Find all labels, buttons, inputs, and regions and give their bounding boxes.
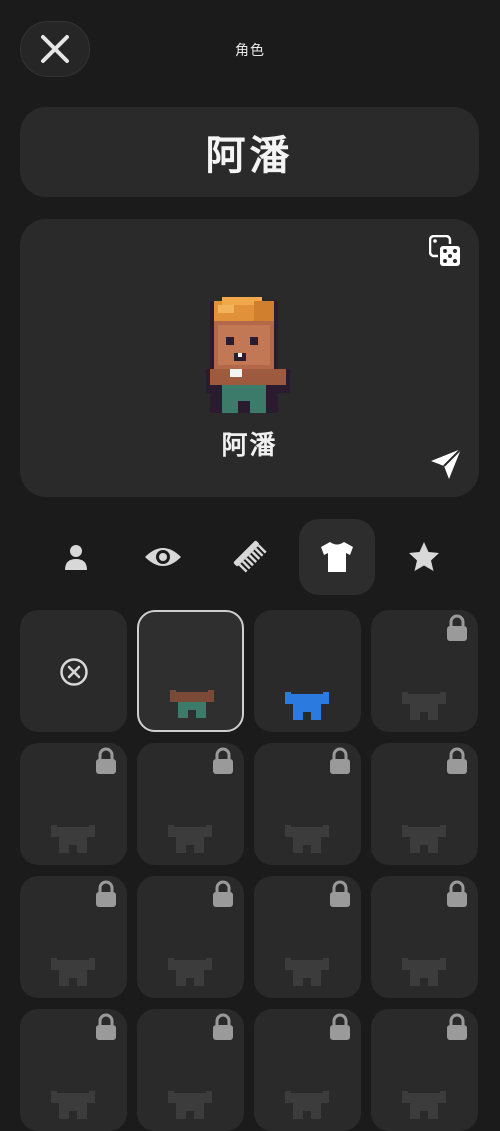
outfit-option[interactable] xyxy=(371,743,478,865)
lock-icon xyxy=(330,1013,350,1040)
lock-icon xyxy=(213,1013,233,1040)
character-avatar xyxy=(206,297,290,413)
outfit-sprite xyxy=(51,825,95,853)
tab-body[interactable] xyxy=(38,519,114,595)
outfit-sprite xyxy=(285,825,329,853)
outfit-option[interactable] xyxy=(137,610,244,732)
outfit-option[interactable] xyxy=(254,610,361,732)
tab-eyes[interactable] xyxy=(125,519,201,595)
outfit-sprite xyxy=(170,690,214,718)
outfit-option[interactable] xyxy=(20,743,127,865)
outfit-none-option[interactable] xyxy=(20,610,127,732)
outfit-sprite xyxy=(402,825,446,853)
outfit-option[interactable] xyxy=(20,1009,127,1131)
lock-icon xyxy=(330,880,350,907)
outfit-sprite xyxy=(168,1091,212,1119)
comb-icon xyxy=(233,540,267,573)
send-icon xyxy=(431,448,462,479)
lock-icon xyxy=(447,1013,467,1040)
outfit-option[interactable] xyxy=(254,876,361,998)
shirt-icon xyxy=(321,542,353,572)
lock-icon xyxy=(213,747,233,774)
tab-hair[interactable] xyxy=(212,519,288,595)
outfit-sprite xyxy=(285,1091,329,1119)
outfit-sprite xyxy=(285,692,329,720)
share-button[interactable] xyxy=(429,447,463,481)
person-icon xyxy=(65,545,87,570)
outfit-option[interactable] xyxy=(137,876,244,998)
name-field-value: 阿潘 xyxy=(205,133,294,179)
outfit-sprite xyxy=(402,692,446,720)
outfit-sprite xyxy=(51,1091,95,1119)
outfit-option[interactable] xyxy=(137,743,244,865)
eye-icon xyxy=(145,548,181,566)
lock-icon xyxy=(447,614,467,641)
outfit-option[interactable] xyxy=(371,1009,478,1131)
tab-outfit[interactable] xyxy=(299,519,375,595)
outfit-option[interactable] xyxy=(20,876,127,998)
character-preview: 阿潘 xyxy=(20,219,479,497)
lock-icon xyxy=(330,747,350,774)
star-icon xyxy=(409,542,439,571)
outfit-sprite xyxy=(168,958,212,986)
customization-tabs xyxy=(38,519,462,595)
randomize-button[interactable] xyxy=(428,234,463,269)
outfit-option[interactable] xyxy=(137,1009,244,1131)
outfit-sprite xyxy=(402,1091,446,1119)
tab-accessories[interactable] xyxy=(386,519,462,595)
lock-icon xyxy=(213,880,233,907)
lock-icon xyxy=(447,747,467,774)
page-title: 角色 xyxy=(235,43,265,59)
none-circle-x-icon xyxy=(60,658,88,686)
outfit-sprite xyxy=(285,958,329,986)
name-field[interactable]: 阿潘 xyxy=(20,107,479,197)
outfit-option[interactable] xyxy=(254,1009,361,1131)
dice-icon xyxy=(428,234,462,268)
outfit-option[interactable] xyxy=(254,743,361,865)
outfit-option[interactable] xyxy=(371,610,478,732)
outfit-grid xyxy=(20,610,488,1131)
outfit-sprite xyxy=(51,958,95,986)
lock-icon xyxy=(447,880,467,907)
lock-icon xyxy=(96,880,116,907)
outfit-option[interactable] xyxy=(371,876,478,998)
outfit-sprite xyxy=(402,958,446,986)
character-name-label: 阿潘 xyxy=(221,431,278,461)
outfit-sprite xyxy=(168,825,212,853)
lock-icon xyxy=(96,747,116,774)
lock-icon xyxy=(96,1013,116,1040)
